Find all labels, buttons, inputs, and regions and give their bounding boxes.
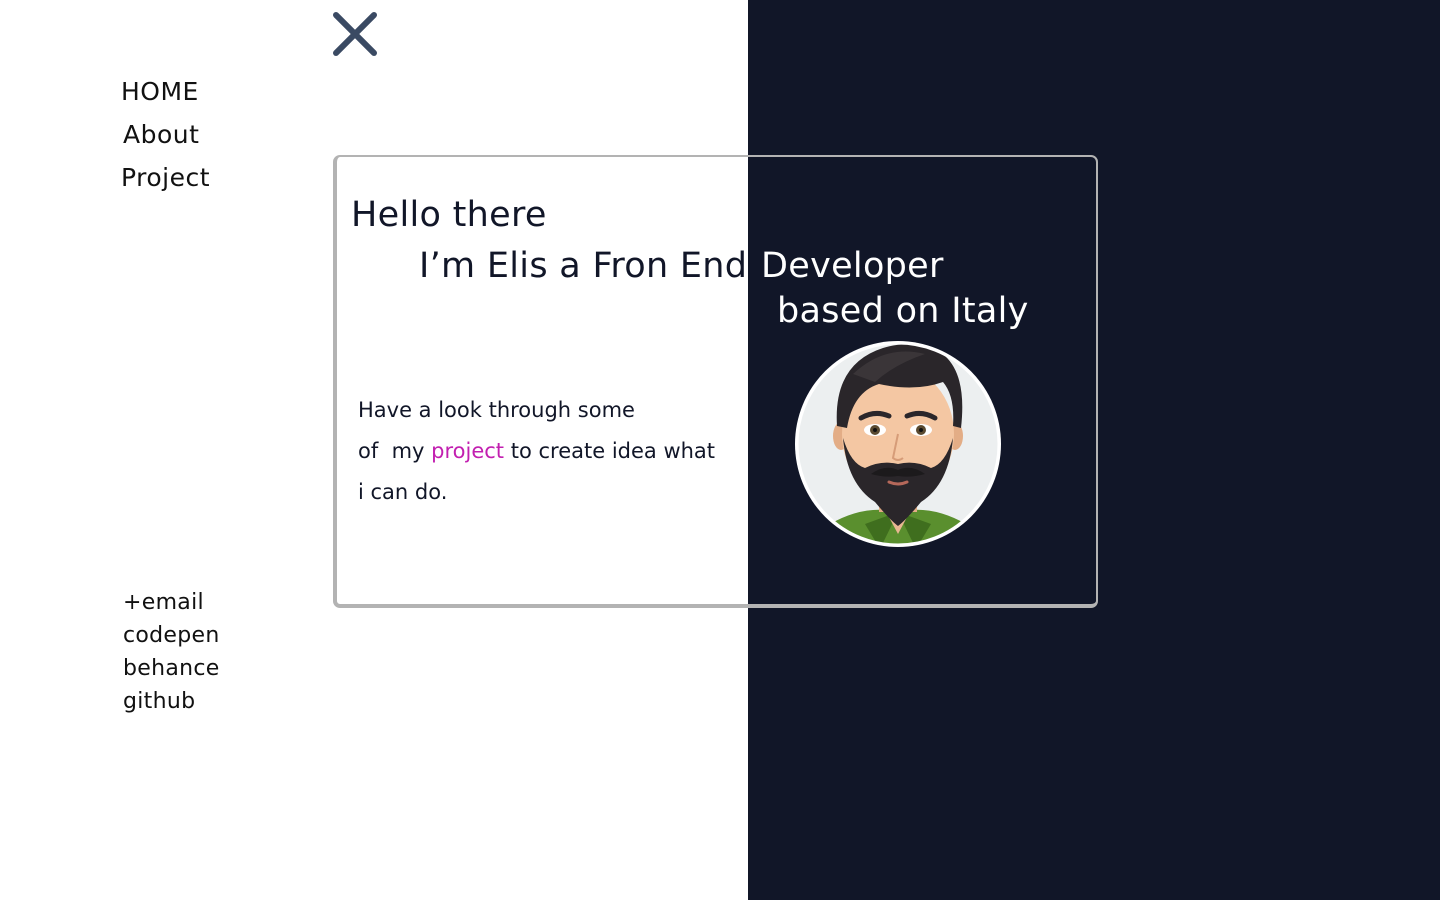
nav-item-home[interactable]: HOME: [121, 70, 210, 113]
contact-behance-link[interactable]: behance: [123, 652, 220, 685]
intro-heading-left: I’m Elis a Fron End: [419, 246, 748, 286]
nav-item-about[interactable]: About: [123, 113, 210, 156]
avatar: [795, 341, 1001, 547]
nav-item-project[interactable]: Project: [121, 156, 210, 199]
contact-links: +email codepen behance github: [123, 586, 220, 718]
description-text: Have a look through some of my project t…: [358, 390, 728, 513]
description-line-2-suffix: to create idea what: [504, 439, 716, 463]
contact-email-link[interactable]: +email: [123, 586, 220, 619]
close-icon: [333, 12, 377, 56]
page: HOME About Project +email codepen behanc…: [0, 0, 1440, 900]
contact-codepen-link[interactable]: codepen: [123, 619, 220, 652]
location-heading: based on Italy: [777, 291, 1029, 331]
greeting-heading: Hello there: [351, 195, 547, 235]
close-button[interactable]: [331, 10, 379, 58]
description-line-2-prefix: of my: [358, 439, 432, 463]
contact-github-link[interactable]: github: [123, 685, 220, 718]
description-line-3: i can do.: [358, 480, 448, 504]
intro-heading-right: Developer: [761, 246, 944, 286]
project-link[interactable]: project: [431, 439, 504, 463]
main-nav: HOME About Project: [121, 70, 210, 199]
description-line-1: Have a look through some: [358, 398, 635, 422]
